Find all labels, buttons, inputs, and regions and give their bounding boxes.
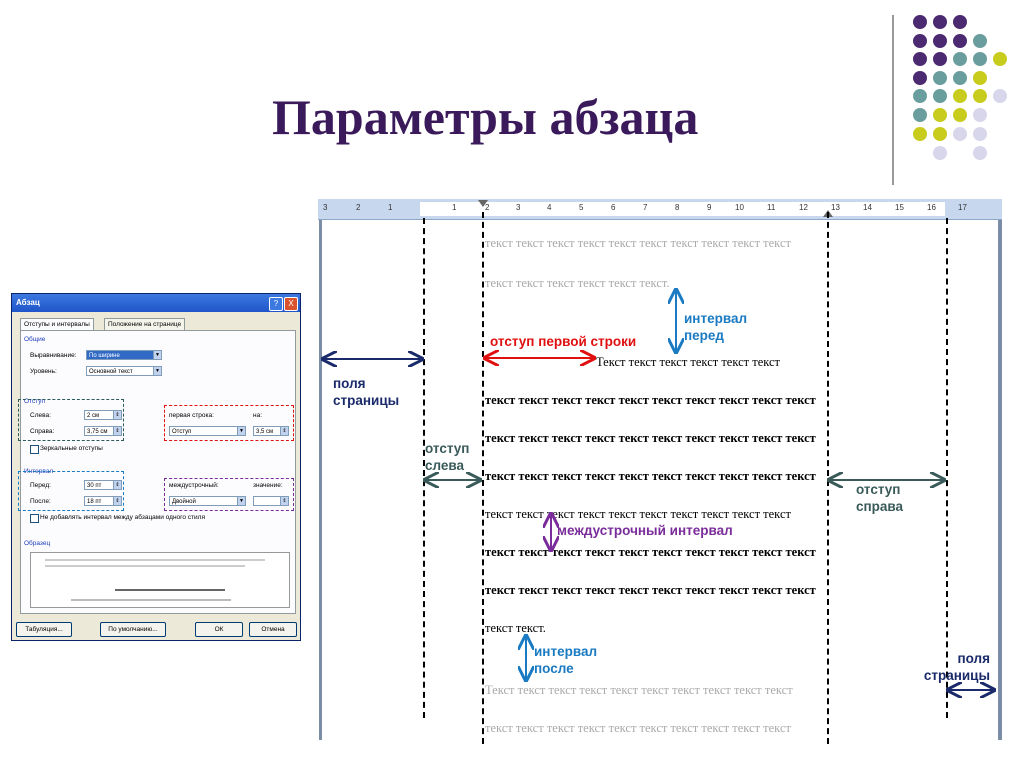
right-page-margin-label-line1: поля — [957, 651, 990, 666]
left-indent-label-line1: отступ — [425, 441, 470, 456]
left-indent-label-line2: слева — [425, 458, 465, 473]
left-indent-label: отступ слева — [425, 440, 469, 474]
right-indent-label: отступ справа — [856, 481, 903, 515]
page-margin-label-line1: поля — [333, 376, 366, 391]
after-label: интервал после — [534, 643, 597, 677]
before-label: интервал перед — [684, 310, 747, 344]
page-margin-label: поля страницы — [333, 375, 399, 409]
after-label-line2: после — [534, 661, 574, 676]
right-page-margin-label-line2: страницы — [923, 668, 990, 683]
line-spacing-label: междустрочный интервал — [557, 523, 733, 538]
page-margin-label-line2: страницы — [333, 393, 400, 408]
after-label-line1: интервал — [534, 644, 598, 659]
before-label-line2: перед — [684, 328, 724, 343]
right-indent-label-line2: справа — [856, 499, 904, 514]
before-label-line1: интервал — [684, 311, 748, 326]
first-line-label: отступ первой строки — [490, 334, 637, 349]
right-indent-label-line1: отступ — [856, 482, 901, 497]
annotation-arrows — [0, 0, 1024, 767]
right-page-margin-label: поля страницы — [912, 650, 990, 684]
